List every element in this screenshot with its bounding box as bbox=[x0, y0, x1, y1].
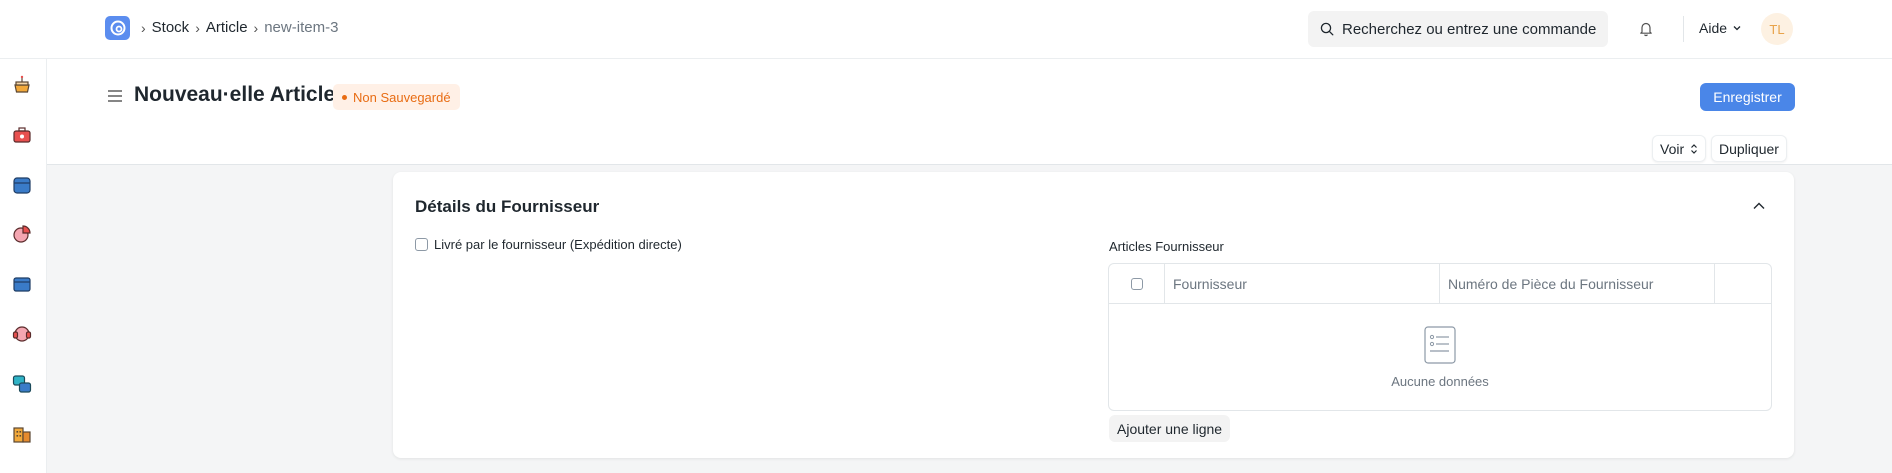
empty-state-text: Aucune données bbox=[1391, 373, 1489, 389]
toolbox-icon[interactable] bbox=[11, 124, 33, 146]
avatar[interactable]: TL bbox=[1761, 13, 1793, 45]
chevron-right-icon: › bbox=[253, 19, 259, 36]
chevron-down-icon bbox=[1733, 26, 1741, 31]
layers-icon[interactable] bbox=[11, 373, 33, 395]
duplicate-button[interactable]: Dupliquer bbox=[1711, 135, 1787, 162]
breadcrumb-current: new-item-3 bbox=[264, 19, 339, 36]
status-dot bbox=[342, 94, 347, 100]
drop-ship-checkbox-row[interactable]: Livré par le fournisseur (Expédition dir… bbox=[415, 237, 682, 252]
menu-icon[interactable] bbox=[107, 89, 123, 103]
chevron-up-icon[interactable] bbox=[1753, 202, 1765, 210]
supplier-items-table: Fournisseur Numéro de Pièce du Fournisse… bbox=[1108, 263, 1772, 411]
column-header-supplier-part-no: Numéro de Pièce du Fournisseur bbox=[1439, 264, 1714, 304]
view-button[interactable]: Voir bbox=[1652, 135, 1707, 162]
headset-icon[interactable] bbox=[11, 323, 33, 345]
supplier-items-label: Articles Fournisseur bbox=[1109, 239, 1224, 254]
drop-ship-checkbox[interactable] bbox=[415, 238, 428, 251]
empty-list-icon bbox=[1424, 325, 1456, 364]
cake-icon[interactable] bbox=[11, 74, 33, 96]
search-icon bbox=[1320, 22, 1334, 36]
section-title: Détails du Fournisseur bbox=[415, 197, 600, 216]
box-icon[interactable] bbox=[11, 174, 33, 196]
select-all-checkbox[interactable] bbox=[1130, 278, 1143, 290]
select-all-cell bbox=[1109, 264, 1164, 304]
building-icon[interactable] bbox=[11, 423, 33, 445]
column-header-actions bbox=[1714, 264, 1771, 304]
empty-state: Aucune données bbox=[1109, 304, 1771, 410]
status-badge: Non Sauvegardé bbox=[333, 84, 460, 110]
search-input[interactable] bbox=[1342, 20, 1602, 38]
table-header: Fournisseur Numéro de Pièce du Fournisse… bbox=[1109, 264, 1771, 304]
duplicate-label: Dupliquer bbox=[1719, 140, 1779, 157]
column-header-supplier: Fournisseur bbox=[1164, 264, 1439, 304]
save-button[interactable]: Enregistrer bbox=[1700, 83, 1795, 111]
help-dropdown[interactable]: Aide bbox=[1699, 20, 1742, 36]
chevron-right-icon: › bbox=[141, 19, 146, 36]
status-label: Non Sauvegardé bbox=[353, 89, 451, 105]
supplier-details-section: Détails du Fournisseur Livré par le four… bbox=[393, 172, 1794, 458]
notification-bell-icon[interactable] bbox=[1638, 20, 1654, 37]
pie-chart-icon[interactable] bbox=[11, 223, 33, 245]
page-title: Nouveau·elle Article bbox=[134, 83, 336, 106]
drop-ship-label: Livré par le fournisseur (Expédition dir… bbox=[434, 237, 682, 252]
app-logo[interactable] bbox=[105, 16, 130, 40]
breadcrumb-article[interactable]: Article bbox=[206, 19, 248, 36]
navbar-divider bbox=[1683, 16, 1684, 42]
help-label: Aide bbox=[1699, 20, 1728, 36]
breadcrumb: › Stock › Article › new-item-3 bbox=[141, 19, 338, 36]
view-label: Voir bbox=[1660, 140, 1685, 157]
sidebar bbox=[0, 59, 47, 473]
add-row-button[interactable]: Ajouter une ligne bbox=[1109, 415, 1231, 442]
breadcrumb-stock[interactable]: Stock bbox=[152, 19, 190, 36]
chevron-up-down-icon bbox=[1691, 143, 1698, 154]
chevron-right-icon: › bbox=[195, 19, 200, 36]
logo-icon bbox=[110, 20, 125, 36]
navbar: › Stock › Article › new-item-3 Aide TL bbox=[0, 0, 1892, 59]
search-bar[interactable] bbox=[1308, 11, 1608, 47]
page-head: Nouveau·elle Article Non Sauvegardé Enre… bbox=[47, 59, 1892, 165]
wallet-icon[interactable] bbox=[11, 273, 33, 295]
